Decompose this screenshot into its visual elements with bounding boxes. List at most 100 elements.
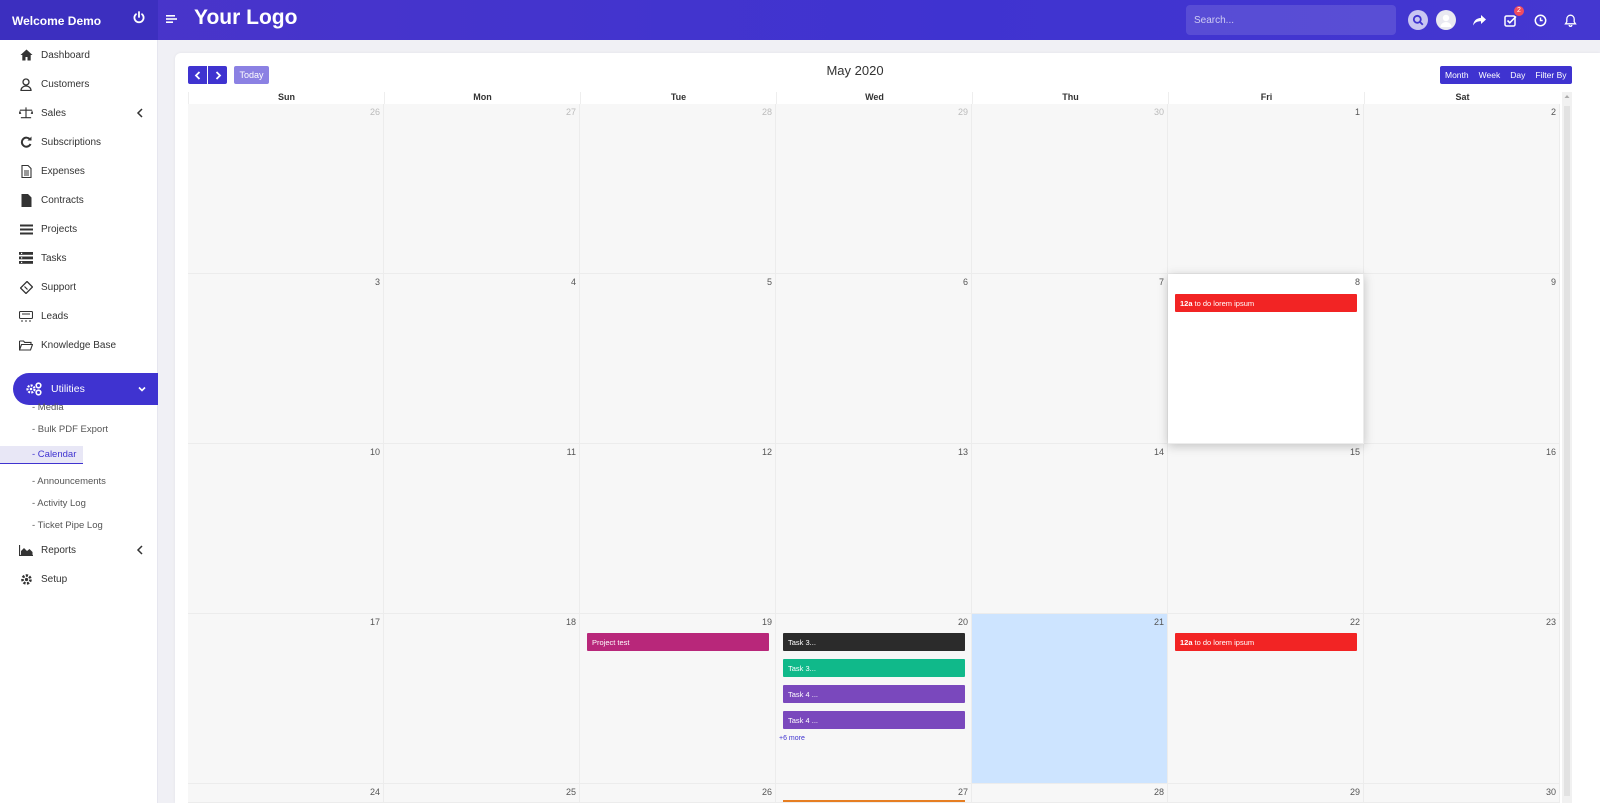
day-number: 1 [1354, 107, 1360, 117]
day-cell[interactable]: 11 [384, 444, 580, 614]
day-cell[interactable]: 14 [972, 444, 1168, 614]
bell-icon[interactable] [1560, 10, 1580, 30]
day-number: 18 [565, 617, 576, 627]
sidebar-item-dashboard[interactable]: Dashboard [0, 44, 158, 66]
sidebar-item-label: Sales [41, 107, 67, 119]
brand-area: Welcome Demo [0, 0, 158, 40]
submenu-item-ticket-pipe-log[interactable]: - Ticket Pipe Log [0, 516, 158, 534]
power-icon[interactable] [132, 11, 146, 25]
day-cell[interactable]: 23 [1364, 614, 1560, 784]
submenu-item-announcements[interactable]: - Announcements [0, 472, 158, 490]
sidebar-item-projects[interactable]: Projects [0, 218, 158, 240]
day-header-sat: Sat [1364, 92, 1560, 104]
day-cell[interactable]: 4 [384, 274, 580, 444]
day-cell[interactable]: 30 [972, 104, 1168, 274]
day-number: 14 [1153, 447, 1164, 457]
clock-icon[interactable] [1530, 10, 1550, 30]
day-cell[interactable]: 28 [580, 104, 776, 274]
sidebar-item-label: Contracts [41, 194, 84, 206]
sidebar-item-reports[interactable]: Reports [0, 539, 158, 561]
submenu-item-calendar[interactable]: - Calendar [0, 446, 83, 464]
sidebar-item-tasks[interactable]: Tasks [0, 247, 158, 269]
next-month-button[interactable] [208, 66, 227, 84]
logo[interactable]: Your Logo [194, 6, 297, 30]
day-cell-today[interactable]: 21 [972, 614, 1168, 784]
calendar-event[interactable]: 12a to do lorem ipsum [1175, 633, 1357, 651]
day-cell[interactable]: 12 [580, 444, 776, 614]
submenu-item-activity-log[interactable]: - Activity Log [0, 494, 158, 512]
event-time: 12a [1180, 298, 1193, 308]
avatar[interactable] [1436, 10, 1456, 30]
more-events-link[interactable]: +6 more [779, 735, 805, 742]
chevron-left-icon [136, 545, 143, 555]
day-cell[interactable]: 18 [384, 614, 580, 784]
sidebar-item-sales[interactable]: Sales [0, 102, 158, 124]
day-cell[interactable]: 26 [580, 784, 776, 803]
day-cell[interactable]: 13 [776, 444, 972, 614]
calendar-event[interactable]: Task 3... [783, 633, 965, 651]
month-view-button[interactable]: Month [1440, 66, 1474, 84]
day-cell[interactable]: 15 [1168, 444, 1364, 614]
day-cell[interactable]: 9 [1364, 274, 1560, 444]
sidebar-item-setup[interactable]: Setup [0, 568, 158, 590]
sidebar-item-label: Expenses [41, 165, 85, 177]
submenu-item-bulk-pdf-export[interactable]: - Bulk PDF Export [0, 420, 158, 438]
day-cell[interactable]: 3 [188, 274, 384, 444]
day-cell[interactable]: 25 [384, 784, 580, 803]
sidebar-item-expenses[interactable]: Expenses [0, 160, 158, 182]
event-title: to do lorem ipsum [1194, 298, 1255, 308]
scroll-up-icon[interactable] [1564, 94, 1570, 99]
sidebar-item-subscriptions[interactable]: Subscriptions [0, 131, 158, 153]
chevron-left-icon [136, 108, 143, 118]
week-view-button[interactable]: Week [1474, 66, 1506, 84]
day-cell[interactable]: 2 [1364, 104, 1560, 274]
day-cell[interactable]: 28 [972, 784, 1168, 803]
day-view-button[interactable]: Day [1505, 66, 1530, 84]
day-cell[interactable]: 26 [188, 104, 384, 274]
day-number: 29 [957, 107, 968, 117]
day-cell[interactable]: 5 [580, 274, 776, 444]
view-switcher: Month Week Day Filter By [1440, 66, 1572, 84]
event-time: 12a [1180, 637, 1193, 647]
day-cell[interactable]: 17 [188, 614, 384, 784]
day-cell[interactable]: 29 [1168, 784, 1364, 803]
today-button[interactable]: Today [234, 66, 269, 84]
day-number: 17 [369, 617, 380, 627]
search-icon[interactable] [1408, 10, 1428, 30]
sidebar-item-label: Dashboard [41, 49, 90, 61]
day-number: 2 [1550, 107, 1556, 117]
sidebar-item-contracts[interactable]: Contracts [0, 189, 158, 211]
sidebar-item-leads[interactable]: Leads [0, 305, 158, 327]
day-cell[interactable]: 27 [384, 104, 580, 274]
day-cell[interactable]: 7 [972, 274, 1168, 444]
day-cell[interactable]: 30 [1364, 784, 1560, 803]
sidebar-item-knowledge-base[interactable]: Knowledge Base [0, 334, 158, 356]
calendar-scrollbar[interactable] [1562, 92, 1572, 803]
day-cell[interactable]: 29 [776, 104, 972, 274]
filter-by-button[interactable]: Filter By [1530, 66, 1571, 84]
day-cell[interactable]: 6 [776, 274, 972, 444]
menu-toggle-icon[interactable] [166, 14, 177, 24]
calendar-event[interactable]: Task 4 ... [783, 685, 965, 703]
search-input[interactable] [1186, 5, 1396, 35]
scrollbar-thumb[interactable] [1564, 106, 1570, 796]
submenu-item-media[interactable]: - Media [0, 398, 158, 416]
day-header-sun: Sun [188, 92, 384, 104]
day-cell[interactable]: 16 [1364, 444, 1560, 614]
sidebar-item-customers[interactable]: Customers [0, 73, 158, 95]
day-cell[interactable]: 10 [188, 444, 384, 614]
day-cell[interactable]: 24 [188, 784, 384, 803]
day-cell[interactable]: 1 [1168, 104, 1364, 274]
prev-month-button[interactable] [188, 66, 207, 84]
sidebar-item-support[interactable]: Support [0, 276, 158, 298]
day-header-tue: Tue [580, 92, 776, 104]
day-cell[interactable]: 27 [776, 784, 972, 803]
calendar-event[interactable]: Project test [587, 633, 769, 651]
tasks-check-icon[interactable]: 2 [1500, 6, 1524, 30]
day-number: 28 [761, 107, 772, 117]
day-number: 7 [1158, 277, 1164, 287]
calendar-event[interactable]: Task 4 ... [783, 711, 965, 729]
calendar-event[interactable]: Task 3... [783, 659, 965, 677]
share-icon[interactable] [1469, 10, 1489, 30]
calendar-event[interactable]: 12a to do lorem ipsum [1175, 294, 1357, 312]
